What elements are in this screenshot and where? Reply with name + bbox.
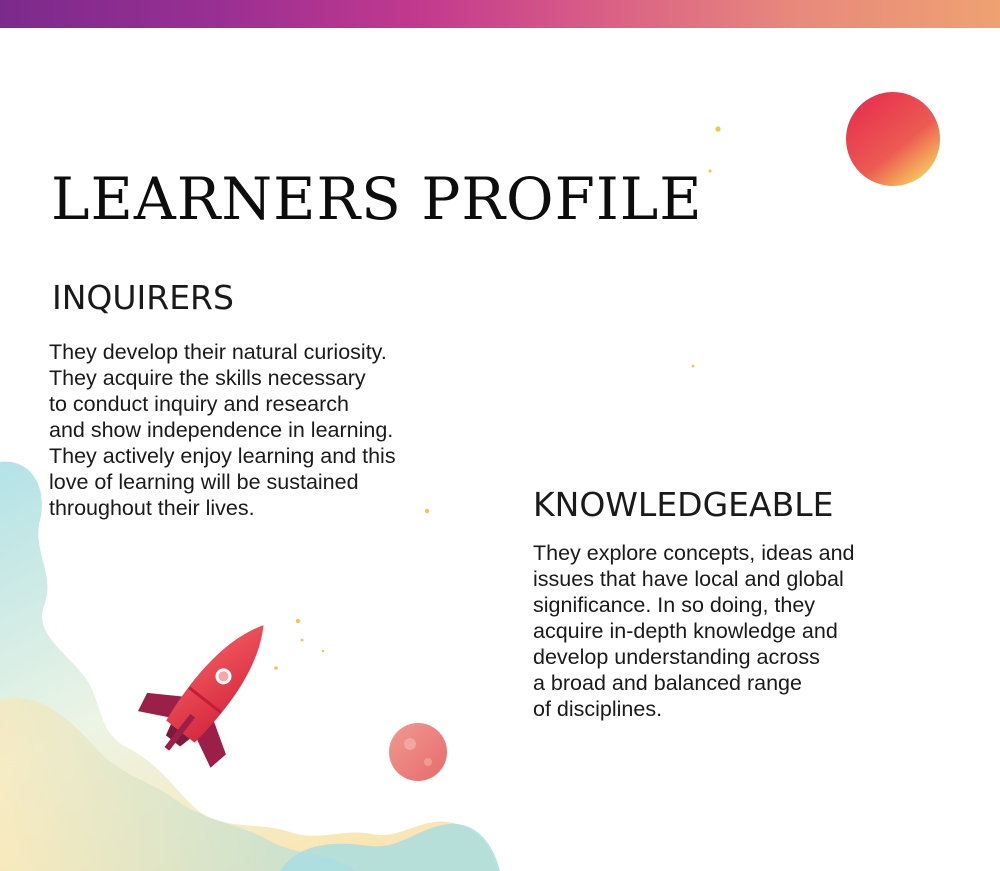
body-line: They explore concepts, ideas and <box>533 541 855 565</box>
section-heading-knowledgeable: KNOWLEDGEABLE <box>533 485 834 524</box>
body-line: significance. In so doing, they <box>533 593 816 617</box>
body-line: throughout their lives. <box>49 496 255 520</box>
body-line: issues that have local and global <box>533 567 844 591</box>
body-line: acquire in-depth knowledge and <box>533 619 838 643</box>
planet-large <box>846 92 940 186</box>
section-heading-inquirers: INQUIRERS <box>52 278 234 317</box>
body-line: to conduct inquiry and research <box>49 392 349 416</box>
body-line: They acquire the skills necessary <box>49 366 366 390</box>
section-body-knowledgeable: They explore concepts, ideas and issues … <box>533 540 855 722</box>
body-line: of disciplines. <box>533 697 663 721</box>
section-body-inquirers: They develop their natural curiosity. Th… <box>49 339 396 521</box>
planet-small <box>389 723 447 781</box>
smoke-cloud <box>280 823 500 871</box>
body-line: develop understanding across <box>533 645 820 669</box>
page-title: LEARNERS PROFILE <box>51 165 703 233</box>
body-line: love of learning will be sustained <box>49 470 359 494</box>
body-line: They develop their natural curiosity. <box>49 340 387 364</box>
body-line: and show independence in learning. <box>49 418 394 442</box>
rocket-icon <box>137 625 264 768</box>
body-line: a broad and balanced range <box>533 671 802 695</box>
body-line: They actively enjoy learning and this <box>49 444 396 468</box>
learners-profile-page: LEARNERS PROFILE INQUIRERS They develop … <box>0 0 1000 871</box>
